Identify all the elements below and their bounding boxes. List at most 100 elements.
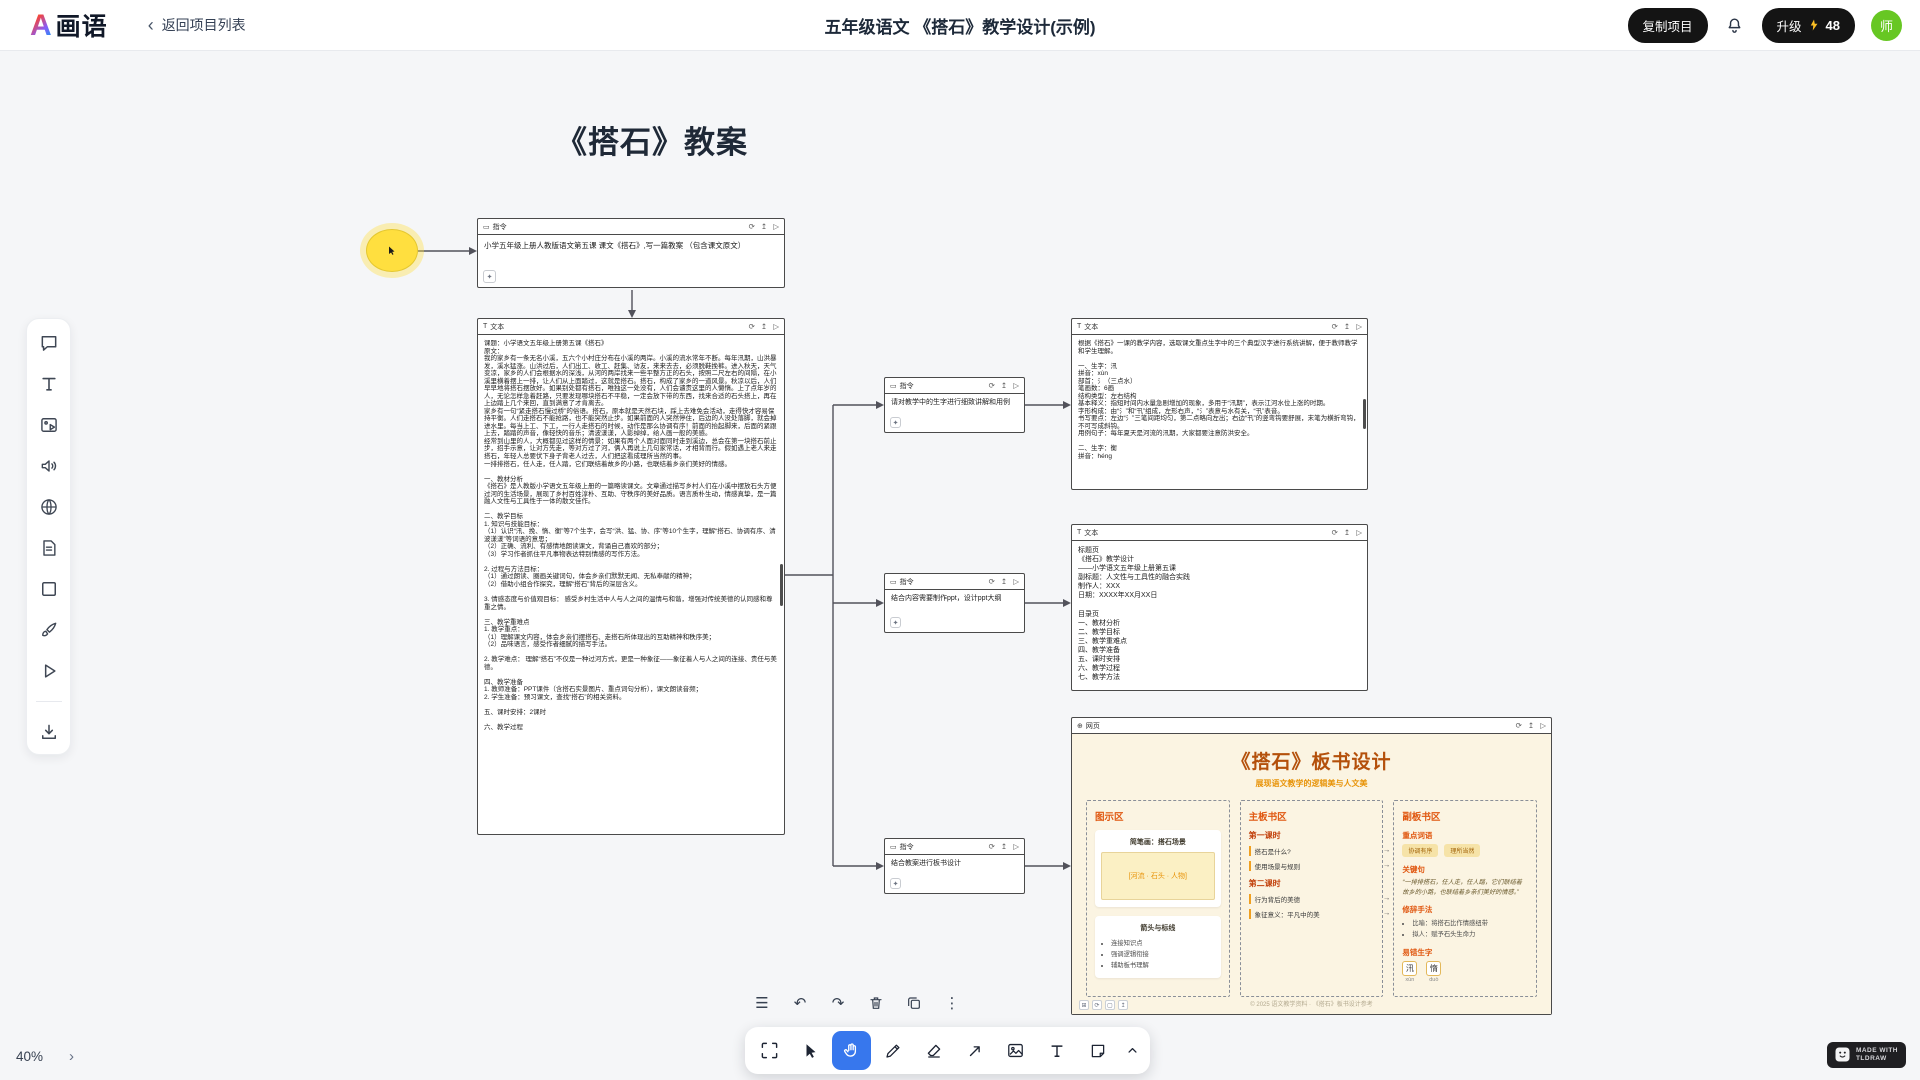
user-avatar[interactable]: 师 (1871, 10, 1902, 41)
text-card-characters[interactable]: T 文本 ⟳ ↥ ▷ 根据《搭石》一课的教学内容，选取课文重点生字中的三个典型汉… (1071, 318, 1368, 490)
run-icon[interactable]: ▷ (1540, 722, 1546, 730)
ai-model-button[interactable]: ✦ (890, 417, 901, 428)
run-icon[interactable]: ▷ (1356, 323, 1362, 331)
web-card-board-design[interactable]: ⊕ 网页 ⟳ ↥ ▷ 《搭石》板书设计 展现语文教学的逻辑美与人文美 图示区 简… (1071, 717, 1552, 1015)
play-tool-icon[interactable] (38, 660, 60, 682)
open-external-icon[interactable]: ↥ (1118, 1000, 1128, 1010)
document-tool-icon[interactable] (38, 537, 60, 559)
lesson-plan-text: 课题：小学语文五年级上册第五课《搭石》 原文： 我的家乡有一条无名小溪，五六个小… (478, 335, 784, 834)
prompt-card-3[interactable]: ▭ 指令 ⟳ ↥ ▷ 结合内容需要制作ppt，设计ppt大纲 ✦ (884, 573, 1025, 633)
rhetoric-bullet-list: 比喻：将搭石比作情感纽带 拟人：赋予石头生命力 (1402, 918, 1528, 940)
select-tool[interactable] (791, 1031, 830, 1070)
upgrade-button[interactable]: 升级 48 (1762, 8, 1855, 43)
hand-tool-selected[interactable] (832, 1031, 871, 1070)
scrollbar-thumb[interactable] (780, 564, 783, 606)
canvas-title-text[interactable]: 《搭石》教案 (556, 117, 748, 162)
shape-tool-icon[interactable] (38, 578, 60, 600)
ai-model-button[interactable]: ✦ (890, 617, 901, 628)
prompt-card-2[interactable]: ▭ 指令 ⟳ ↥ ▷ 请对教学中的生字进行细致讲解和用例 ✦ (884, 377, 1025, 433)
text-icon: T (1077, 323, 1081, 330)
grid-view-icon[interactable]: ⊞ (1079, 1000, 1089, 1010)
highlighted-ellipse-shape[interactable] (366, 229, 418, 272)
text-tool-icon[interactable] (38, 373, 60, 395)
ai-model-button[interactable]: ✦ (890, 878, 901, 889)
undo-icon[interactable]: ↶ (790, 993, 810, 1013)
prompt-card-4[interactable]: ▭ 指令 ⟳ ↥ ▷ 结合教案进行板书设计 ✦ (884, 838, 1025, 894)
duplicate-icon[interactable] (904, 993, 924, 1013)
regenerate-icon[interactable]: ⟳ (749, 323, 755, 331)
reload-icon[interactable]: ⟳ (1092, 1000, 1102, 1010)
regenerate-icon[interactable]: ⟳ (749, 223, 755, 231)
text-card-ppt-outline[interactable]: T 文本 ⟳ ↥ ▷ 标题页 《搭石》教学设计 ——小学语文五年级上册第五课 副… (1071, 524, 1368, 691)
asset-sidebar (26, 318, 71, 755)
image-tool[interactable] (996, 1031, 1035, 1070)
more-options-icon[interactable]: ⋮ (942, 993, 962, 1013)
quick-action-bar: ☰ ↶ ↷ ⋮ (752, 993, 962, 1013)
brush-tool-icon[interactable] (38, 619, 60, 641)
web-tool-icon[interactable] (38, 496, 60, 518)
text-card-lesson-plan[interactable]: T 文本 ⟳ ↥ ▷ 课题：小学语文五年级上册第五课《搭石》 原文： 我的家乡有… (477, 318, 785, 835)
export-icon[interactable]: ↥ (1001, 578, 1007, 586)
eraser-tool[interactable] (914, 1031, 953, 1070)
prompt-icon: ▭ (890, 843, 897, 851)
export-icon[interactable]: ↥ (1001, 382, 1007, 390)
arrow-tool[interactable] (955, 1031, 994, 1070)
export-icon[interactable]: ↥ (1344, 323, 1350, 331)
run-icon[interactable]: ▷ (773, 223, 779, 231)
run-icon[interactable]: ▷ (1356, 529, 1362, 537)
export-icon[interactable]: ↥ (761, 323, 767, 331)
arrow-right-icon: → (1383, 893, 1391, 902)
run-icon[interactable]: ▷ (1013, 382, 1019, 390)
trash-icon[interactable] (866, 993, 886, 1013)
arrow-right-icon: → (1383, 908, 1391, 917)
logo-text: 画语 (56, 7, 108, 43)
export-icon[interactable]: ↥ (1528, 722, 1534, 730)
back-label: 返回项目列表 (162, 15, 246, 35)
export-icon[interactable]: ↥ (761, 223, 767, 231)
run-icon[interactable]: ▷ (1013, 578, 1019, 586)
scrollbar-thumb[interactable] (1363, 399, 1366, 429)
regenerate-icon[interactable]: ⟳ (1516, 722, 1522, 730)
media-tool-icon[interactable] (38, 414, 60, 436)
notification-bell-icon[interactable] (1724, 14, 1746, 36)
copy-project-button[interactable]: 复制项目 (1628, 8, 1708, 43)
audio-tool-icon[interactable] (38, 455, 60, 477)
regenerate-icon[interactable]: ⟳ (1332, 529, 1338, 537)
back-to-projects-link[interactable]: ‹ 返回项目列表 (148, 15, 246, 36)
zoom-control[interactable]: 40% › (16, 1048, 74, 1065)
ai-model-button[interactable]: ✦ (483, 270, 496, 283)
key-word-tags: 协调有序 理所当然 (1402, 844, 1528, 857)
bullet-item: 连接知识点 (1111, 938, 1215, 949)
text-tool[interactable] (1037, 1031, 1076, 1070)
topbar-actions: 复制项目 升级 48 师 (1628, 8, 1903, 43)
redo-icon[interactable]: ↷ (828, 993, 848, 1013)
arrows-bullet-list: 连接知识点 强调逻辑衔接 辅助板书理解 (1101, 938, 1215, 971)
download-icon[interactable] (38, 721, 60, 743)
text-icon: T (1077, 529, 1081, 536)
made-with-tldraw-badge[interactable]: MADE WITH TLDRAW (1827, 1042, 1906, 1068)
regenerate-icon[interactable]: ⟳ (1332, 323, 1338, 331)
comment-tool-icon[interactable] (38, 332, 60, 354)
tag: 理所当然 (1444, 844, 1480, 857)
frame-icon[interactable]: ▢ (1105, 1000, 1115, 1010)
regenerate-icon[interactable]: ⟳ (989, 382, 995, 390)
character-box: 惰 duò (1426, 961, 1441, 983)
frame-tool[interactable] (750, 1031, 789, 1070)
expand-chevron-icon[interactable]: › (69, 1048, 74, 1065)
menu-icon[interactable]: ☰ (752, 993, 772, 1013)
regenerate-icon[interactable]: ⟳ (989, 578, 995, 586)
prompt-card-1[interactable]: ▭ 指令 ⟳ ↥ ▷ 小学五年级上册人教版语文第五课 课文《搭石》,写一篇教案 … (477, 218, 785, 288)
draw-tool[interactable] (873, 1031, 912, 1070)
export-icon[interactable]: ↥ (1001, 843, 1007, 851)
export-icon[interactable]: ↥ (1344, 529, 1350, 537)
more-tools-chevron[interactable] (1119, 1031, 1145, 1070)
credits-count: 48 (1826, 18, 1840, 33)
note-tool[interactable] (1078, 1031, 1117, 1070)
session-1-title: 第一课时 (1249, 830, 1375, 841)
run-icon[interactable]: ▷ (1013, 843, 1019, 851)
run-icon[interactable]: ▷ (773, 323, 779, 331)
zoom-level[interactable]: 40% (16, 1049, 43, 1064)
regenerate-icon[interactable]: ⟳ (989, 843, 995, 851)
app-logo[interactable]: A 画语 (30, 7, 108, 43)
connector-arrows (0, 0, 1920, 1080)
